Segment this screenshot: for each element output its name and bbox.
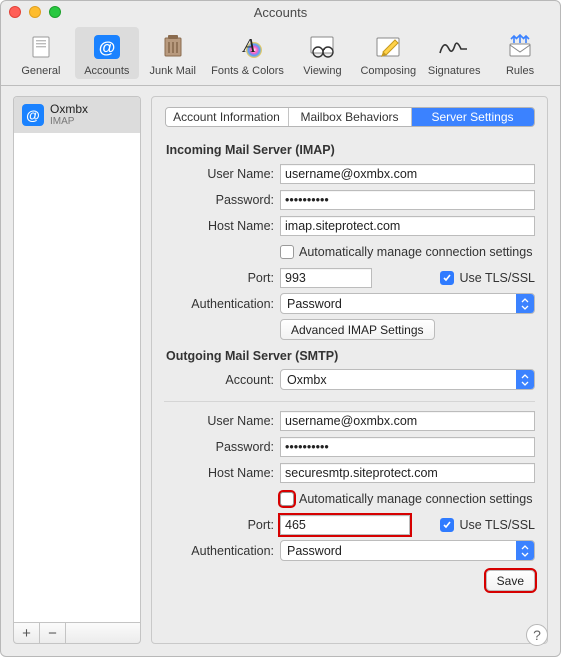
incoming-username-field[interactable] <box>280 164 535 184</box>
viewing-icon <box>304 31 340 63</box>
incoming-password-field[interactable] <box>280 190 535 210</box>
outgoing-username-field[interactable] <box>280 411 535 431</box>
label-incoming-username: User Name: <box>164 167 280 181</box>
accounts-list-footer: + − <box>13 622 141 644</box>
tab-account-information[interactable]: Account Information <box>166 108 289 126</box>
toolbar-item-signatures[interactable]: Signatures <box>422 27 486 79</box>
svg-text:@: @ <box>99 38 116 57</box>
accounts-icon: @ <box>89 31 125 63</box>
signatures-icon <box>436 31 472 63</box>
outgoing-auth-select[interactable]: Password <box>280 540 535 561</box>
svg-text:A: A <box>241 35 256 57</box>
window-title: Accounts <box>1 5 560 20</box>
label-incoming-auth: Authentication: <box>164 297 280 311</box>
label-outgoing-account: Account: <box>164 373 280 387</box>
fonts-colors-icon: A <box>230 31 266 63</box>
help-button[interactable]: ? <box>526 624 548 646</box>
label-incoming-port: Port: <box>164 271 280 285</box>
junk-mail-icon <box>155 31 191 63</box>
checkbox-label: Automatically manage connection settings <box>299 245 532 259</box>
incoming-auto-manage-checkbox[interactable]: Automatically manage connection settings <box>280 245 532 259</box>
toolbar-label: Signatures <box>428 65 481 77</box>
general-icon <box>23 31 59 63</box>
toolbar-item-composing[interactable]: Composing <box>356 27 420 79</box>
toolbar-label: Viewing <box>303 65 341 77</box>
add-account-button[interactable]: + <box>14 623 40 643</box>
label-outgoing-hostname: Host Name: <box>164 466 280 480</box>
incoming-auth-select[interactable]: Password <box>280 293 535 314</box>
outgoing-auto-manage-checkbox[interactable]: Automatically manage connection settings <box>280 492 532 506</box>
label-incoming-hostname: Host Name: <box>164 219 280 233</box>
composing-icon <box>370 31 406 63</box>
label-outgoing-username: User Name: <box>164 414 280 428</box>
outgoing-heading: Outgoing Mail Server (SMTP) <box>166 349 535 363</box>
tab-server-settings[interactable]: Server Settings <box>412 108 534 126</box>
label-outgoing-password: Password: <box>164 440 280 454</box>
account-row[interactable]: @ Oxmbx IMAP <box>14 97 140 133</box>
titlebar: Accounts <box>1 1 560 23</box>
at-icon: @ <box>22 104 44 126</box>
toolbar-label: Accounts <box>84 65 129 77</box>
label-incoming-password: Password: <box>164 193 280 207</box>
preferences-window: Accounts General @ Accounts Junk Mail A … <box>0 0 561 657</box>
toolbar-item-rules[interactable]: Rules <box>488 27 552 79</box>
accounts-list[interactable]: @ Oxmbx IMAP <box>13 96 141 622</box>
accounts-sidebar: @ Oxmbx IMAP + − <box>13 96 141 644</box>
toolbar-item-junk-mail[interactable]: Junk Mail <box>141 27 205 79</box>
incoming-hostname-field[interactable] <box>280 216 535 236</box>
incoming-port-field[interactable] <box>280 268 372 288</box>
toolbar-item-accounts[interactable]: @ Accounts <box>75 27 139 79</box>
save-button[interactable]: Save <box>486 570 535 591</box>
chevron-updown-icon <box>516 370 534 389</box>
rules-icon <box>502 31 538 63</box>
outgoing-port-field[interactable] <box>280 515 410 535</box>
toolbar-label: Fonts & Colors <box>211 65 284 77</box>
toolbar-item-fonts-colors[interactable]: A Fonts & Colors <box>207 27 289 79</box>
incoming-tls-checkbox[interactable]: Use TLS/SSL <box>440 271 535 285</box>
incoming-heading: Incoming Mail Server (IMAP) <box>166 143 535 157</box>
advanced-imap-settings-button[interactable]: Advanced IMAP Settings <box>280 319 435 340</box>
content-area: @ Oxmbx IMAP + − Account Information Mai… <box>1 86 560 656</box>
remove-account-button[interactable]: − <box>40 623 66 643</box>
toolbar-item-viewing[interactable]: Viewing <box>290 27 354 79</box>
label-outgoing-port: Port: <box>164 518 280 532</box>
account-type: IMAP <box>50 116 88 127</box>
detail-pane: Account Information Mailbox Behaviors Se… <box>151 96 548 644</box>
toolbar-label: General <box>21 65 60 77</box>
checkbox-label: Use TLS/SSL <box>459 518 535 532</box>
detail-tabs: Account Information Mailbox Behaviors Se… <box>165 107 535 127</box>
separator <box>164 401 535 402</box>
outgoing-account-select[interactable]: Oxmbx <box>280 369 535 390</box>
account-name: Oxmbx <box>50 103 88 116</box>
chevron-updown-icon <box>516 294 534 313</box>
outgoing-password-field[interactable] <box>280 437 535 457</box>
checkbox-label: Use TLS/SSL <box>459 271 535 285</box>
toolbar-label: Rules <box>506 65 534 77</box>
chevron-updown-icon <box>516 541 534 560</box>
label-outgoing-auth: Authentication: <box>164 544 280 558</box>
tab-mailbox-behaviors[interactable]: Mailbox Behaviors <box>289 108 412 126</box>
checkbox-label: Automatically manage connection settings <box>299 492 532 506</box>
preferences-toolbar: General @ Accounts Junk Mail A Fonts & C… <box>1 23 560 86</box>
outgoing-hostname-field[interactable] <box>280 463 535 483</box>
outgoing-tls-checkbox[interactable]: Use TLS/SSL <box>440 518 535 532</box>
toolbar-label: Composing <box>360 65 416 77</box>
toolbar-item-general[interactable]: General <box>9 27 73 79</box>
toolbar-label: Junk Mail <box>149 65 195 77</box>
